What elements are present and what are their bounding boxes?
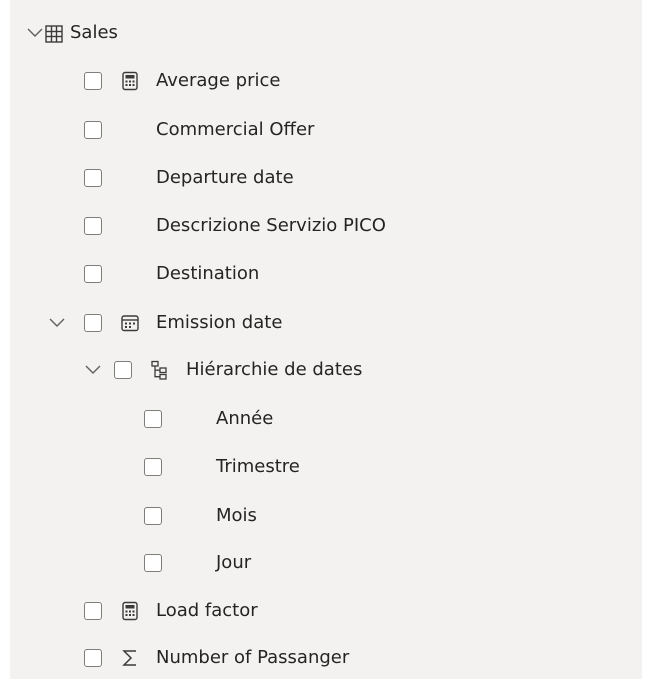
field-row-destination[interactable]: Destination [10, 254, 642, 294]
field-label: Année [216, 408, 274, 429]
field-label: Number of Passanger [156, 647, 350, 668]
field-checkbox[interactable] [84, 121, 102, 139]
field-checkbox[interactable] [144, 458, 162, 476]
field-label: Emission date [156, 312, 283, 333]
field-label: Trimestre [216, 456, 300, 477]
chevron-down-icon[interactable] [48, 316, 66, 330]
field-checkbox[interactable] [84, 265, 102, 283]
table-row-sales[interactable]: Sales [10, 13, 642, 53]
sigma-icon [120, 648, 140, 668]
calculator-icon [120, 71, 140, 91]
field-checkbox[interactable] [84, 314, 102, 332]
field-label: Jour [216, 552, 252, 573]
field-row-load-factor[interactable]: Load factor [10, 591, 642, 631]
field-label: Destination [156, 263, 260, 284]
field-row-average-price[interactable]: Average price [10, 61, 642, 101]
calendar-icon [120, 313, 140, 333]
field-row-jour[interactable]: Jour [10, 543, 642, 583]
field-checkbox[interactable] [84, 169, 102, 187]
table-icon [44, 24, 64, 44]
fields-tree: Sales Average price Commercial Offer Dep… [10, 0, 642, 679]
field-row-annee[interactable]: Année [10, 399, 642, 439]
field-label: Descrizione Servizio PICO [156, 215, 386, 236]
field-row-date-hierarchy[interactable]: Hiérarchie de dates [10, 350, 642, 390]
field-row-descrizione-servizio-pico[interactable]: Descrizione Servizio PICO [10, 206, 642, 246]
field-checkbox[interactable] [84, 649, 102, 667]
chevron-down-icon[interactable] [26, 26, 44, 40]
field-label: Hiérarchie de dates [186, 359, 363, 380]
field-checkbox[interactable] [144, 410, 162, 428]
field-row-number-of-passanger[interactable]: Number of Passanger [10, 638, 642, 678]
field-checkbox[interactable] [84, 72, 102, 90]
field-checkbox[interactable] [114, 361, 132, 379]
hierarchy-icon [150, 360, 170, 380]
field-label: Commercial Offer [156, 119, 315, 140]
field-row-trimestre[interactable]: Trimestre [10, 447, 642, 487]
field-checkbox[interactable] [84, 217, 102, 235]
field-row-emission-date[interactable]: Emission date [10, 303, 642, 343]
field-label: Average price [156, 70, 281, 91]
field-label: Mois [216, 505, 257, 526]
field-checkbox[interactable] [144, 507, 162, 525]
table-name-label: Sales [70, 22, 118, 43]
field-row-commercial-offer[interactable]: Commercial Offer [10, 110, 642, 150]
chevron-down-icon[interactable] [84, 363, 102, 377]
field-row-departure-date[interactable]: Departure date [10, 158, 642, 198]
field-checkbox[interactable] [144, 554, 162, 572]
field-label: Load factor [156, 600, 258, 621]
calculator-icon [120, 601, 140, 621]
fields-pane: Sales Average price Commercial Offer Dep… [10, 0, 642, 679]
field-row-mois[interactable]: Mois [10, 496, 642, 536]
field-checkbox[interactable] [84, 602, 102, 620]
field-label: Departure date [156, 167, 294, 188]
